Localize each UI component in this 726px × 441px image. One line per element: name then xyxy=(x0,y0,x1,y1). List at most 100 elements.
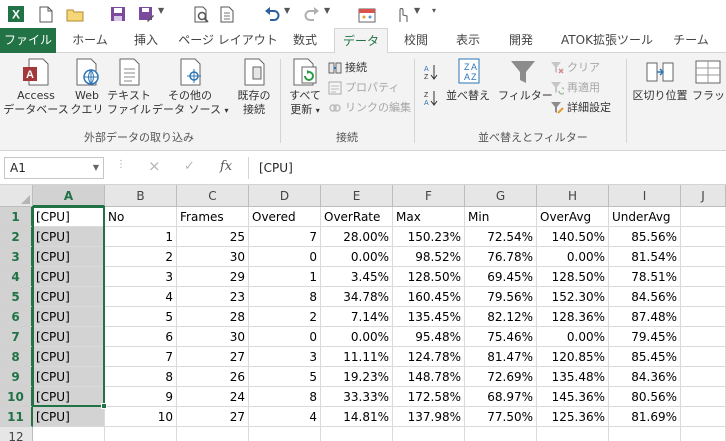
cell-g5[interactable]: 79.56% xyxy=(465,287,537,307)
cell-d1[interactable]: Overed xyxy=(249,207,321,227)
cell-e8[interactable]: 11.11% xyxy=(321,347,393,367)
cell-i11[interactable]: 81.69% xyxy=(609,407,681,427)
cell-c9[interactable]: 26 xyxy=(177,367,249,387)
row-header-9[interactable]: 9 xyxy=(0,367,33,387)
cell-a9[interactable]: [CPU] xyxy=(33,367,105,387)
cell-i9[interactable]: 84.36% xyxy=(609,367,681,387)
name-box[interactable]: A1 ▼ xyxy=(4,157,104,179)
cell-b10[interactable]: 9 xyxy=(105,387,177,407)
new-file-icon[interactable] xyxy=(36,4,56,24)
cell-f8[interactable]: 124.78% xyxy=(393,347,465,367)
cell-j1[interactable] xyxy=(681,207,726,227)
existing-connections-button[interactable]: 既存の 接続 xyxy=(232,57,276,117)
cell-f6[interactable]: 135.45% xyxy=(393,307,465,327)
cell-e10[interactable]: 33.33% xyxy=(321,387,393,407)
cell-i3[interactable]: 81.54% xyxy=(609,247,681,267)
tab-team[interactable]: チーム xyxy=(666,28,716,53)
redo-dropdown-icon[interactable]: ▼ xyxy=(324,6,330,15)
cell-e4[interactable]: 3.45% xyxy=(321,267,393,287)
cell-a3[interactable]: [CPU] xyxy=(33,247,105,267)
cell-f9[interactable]: 148.78% xyxy=(393,367,465,387)
row-header-4[interactable]: 4 xyxy=(0,267,33,287)
cell-g3[interactable]: 76.78% xyxy=(465,247,537,267)
cell-b12[interactable] xyxy=(105,427,177,441)
cell-e9[interactable]: 19.23% xyxy=(321,367,393,387)
cell-b2[interactable]: 1 xyxy=(105,227,177,247)
cell-e1[interactable]: OverRate xyxy=(321,207,393,227)
cell-i12[interactable] xyxy=(609,427,681,441)
row-header-6[interactable]: 6 xyxy=(0,307,33,327)
save-as-icon[interactable] xyxy=(136,4,156,24)
cell-h12[interactable] xyxy=(537,427,609,441)
column-header-f[interactable]: F xyxy=(393,185,465,207)
cell-d12[interactable] xyxy=(249,427,321,441)
cell-e6[interactable]: 7.14% xyxy=(321,307,393,327)
tab-formulas[interactable]: 数式 xyxy=(284,28,326,53)
row-header-11[interactable]: 11 xyxy=(0,407,33,427)
cell-f3[interactable]: 98.52% xyxy=(393,247,465,267)
tab-insert[interactable]: 挿入 xyxy=(124,28,168,53)
cell-g4[interactable]: 69.45% xyxy=(465,267,537,287)
undo-icon[interactable] xyxy=(262,4,282,24)
tab-file[interactable]: ファイル xyxy=(0,28,56,53)
cell-a2[interactable]: [CPU] xyxy=(33,227,105,247)
cell-i2[interactable]: 85.56% xyxy=(609,227,681,247)
cell-e11[interactable]: 14.81% xyxy=(321,407,393,427)
cell-g1[interactable]: Min xyxy=(465,207,537,227)
edit-links-button[interactable]: リンクの編集 xyxy=(328,99,411,117)
cell-j2[interactable] xyxy=(681,227,726,247)
cell-b8[interactable]: 7 xyxy=(105,347,177,367)
cell-e3[interactable]: 0.00% xyxy=(321,247,393,267)
cell-e5[interactable]: 34.78% xyxy=(321,287,393,307)
cell-f7[interactable]: 95.48% xyxy=(393,327,465,347)
cell-c12[interactable] xyxy=(177,427,249,441)
cell-g10[interactable]: 68.97% xyxy=(465,387,537,407)
cell-j10[interactable] xyxy=(681,387,726,407)
properties-button[interactable]: プロパティ xyxy=(328,79,399,97)
cell-h3[interactable]: 0.00% xyxy=(537,247,609,267)
redo-icon[interactable] xyxy=(302,4,322,24)
open-folder-icon[interactable] xyxy=(64,4,86,24)
cell-d10[interactable]: 8 xyxy=(249,387,321,407)
sort-button[interactable]: ZAAZ 並べ替え xyxy=(444,57,492,103)
touch-mode-dropdown-icon[interactable]: ▼ xyxy=(414,6,420,15)
customize-qat-icon[interactable]: ▾ xyxy=(432,6,436,15)
cell-a1[interactable]: [CPU] xyxy=(33,207,105,227)
cell-c7[interactable]: 30 xyxy=(177,327,249,347)
cell-a12[interactable] xyxy=(33,427,105,441)
touch-mode-icon[interactable] xyxy=(392,4,412,24)
sort-descending-button[interactable]: ZA xyxy=(422,89,441,107)
cell-i4[interactable]: 78.51% xyxy=(609,267,681,287)
cell-h7[interactable]: 0.00% xyxy=(537,327,609,347)
cell-a4[interactable]: [CPU] xyxy=(33,267,105,287)
cell-c5[interactable]: 23 xyxy=(177,287,249,307)
cell-i8[interactable]: 85.45% xyxy=(609,347,681,367)
row-header-8[interactable]: 8 xyxy=(0,347,33,367)
filter-button[interactable]: フィルター xyxy=(498,57,553,103)
clear-filter-button[interactable]: クリア xyxy=(550,59,600,77)
cell-j12[interactable] xyxy=(681,427,726,441)
formula-input[interactable]: [CPU] xyxy=(248,157,726,179)
cell-f5[interactable]: 160.45% xyxy=(393,287,465,307)
column-header-i[interactable]: I xyxy=(609,185,681,207)
cell-g6[interactable]: 82.12% xyxy=(465,307,537,327)
column-header-g[interactable]: G xyxy=(465,185,537,207)
row-header-12[interactable]: 12 xyxy=(0,427,33,441)
save-icon[interactable] xyxy=(108,4,128,24)
cell-d4[interactable]: 1 xyxy=(249,267,321,287)
cell-d2[interactable]: 7 xyxy=(249,227,321,247)
cell-c4[interactable]: 29 xyxy=(177,267,249,287)
row-header-1[interactable]: 1 xyxy=(0,207,33,227)
cell-c8[interactable]: 27 xyxy=(177,347,249,367)
other-sources-button[interactable]: その他の データ ソース ▾ xyxy=(152,57,228,118)
flash-fill-button[interactable]: フラッシュ xyxy=(692,57,726,103)
cell-j7[interactable] xyxy=(681,327,726,347)
print-preview-icon[interactable] xyxy=(192,4,212,24)
cell-b5[interactable]: 4 xyxy=(105,287,177,307)
cell-d5[interactable]: 8 xyxy=(249,287,321,307)
row-header-10[interactable]: 10 xyxy=(0,387,33,407)
text-to-columns-button[interactable]: 区切り位置 xyxy=(630,57,690,103)
cell-b11[interactable]: 10 xyxy=(105,407,177,427)
cell-b7[interactable]: 6 xyxy=(105,327,177,347)
cell-h9[interactable]: 135.48% xyxy=(537,367,609,387)
